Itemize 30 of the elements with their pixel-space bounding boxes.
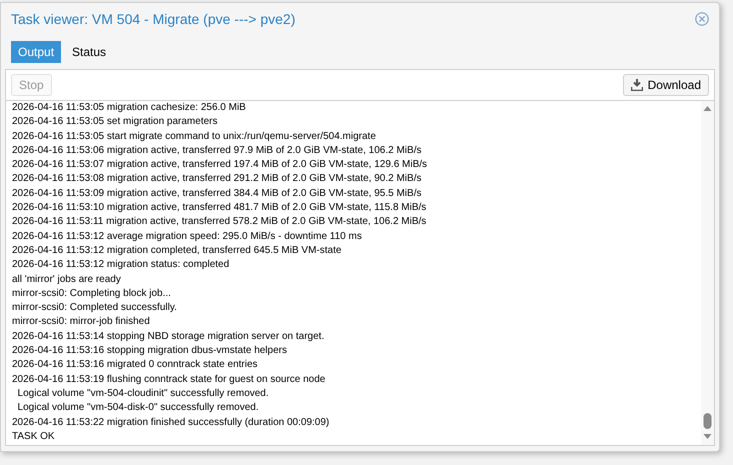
log-line: mirror-scsi0: Completed successfully. xyxy=(12,301,178,316)
log-line: 2026-04-16 11:53:16 migrated 0 conntrack state entries xyxy=(12,358,259,372)
window-title: Task viewer: VM 504 - Migrate (pve ---> pve2) xyxy=(11,11,296,27)
log-line: 2026-04-16 11:53:05 start migrate command to unix:/run/qemu-server/504.migrate xyxy=(12,130,377,144)
log-line: TASK OK xyxy=(12,430,56,444)
log-line: mirror-scsi0: mirror-job finished xyxy=(12,315,151,330)
log-line: Logical volume "vm-504-disk-0" successfully removed. xyxy=(16,401,260,416)
log-line: Logical volume "vm-504-cloudinit" successfully removed. xyxy=(16,386,270,401)
log-line: 2026-04-16 11:53:11 migration active, transferred 578.2 MiB of 2.0 GiB VM-state, 106.2 MiB/s xyxy=(12,215,428,230)
log-line: 2026-04-16 11:53:09 migration active, transferred 384.4 MiB of 2.0 GiB VM-state, 95.5 MiB/s xyxy=(12,186,422,201)
log-line: 2026-04-16 11:53:08 migration active, transferred 291.2 MiB of 2.0 GiB VM-state, 90.2 MiB/s xyxy=(12,172,422,186)
scrollbar-drawing[interactable] xyxy=(701,101,714,445)
log-line: all 'mirror' jobs are ready xyxy=(12,272,122,287)
log-line: 2026-04-16 11:53:12 average migration speed: 295.0 MiB/s - downtime 110 ms xyxy=(12,230,363,244)
log-line: 2026-04-16 11:53:07 migration active, transferred 197.4 MiB of 2.0 GiB VM-state, 129.6 MiB/s xyxy=(12,158,428,172)
log-line: 2026-04-16 11:53:12 migration completed, transferred 645.5 MiB VM-state xyxy=(12,244,342,258)
download-button[interactable]: Download xyxy=(622,74,709,96)
log-line: 2026-04-16 11:53:10 migration active, transferred 481.7 MiB of 2.0 GiB VM-state, 115.8 MiB/s xyxy=(12,201,428,216)
log-line: mirror-scsi0: Completing block job... xyxy=(12,286,172,301)
log-line: 2026-04-16 11:53:05 set migration parameters xyxy=(12,115,218,130)
download-icon xyxy=(630,79,643,91)
close-icon[interactable] xyxy=(695,12,709,26)
log-line: 2026-04-16 11:53:14 stopping NBD storage migration server on target. xyxy=(12,330,326,344)
log-line: 2026-04-16 11:53:12 migration status: completed xyxy=(12,258,230,272)
log-line: 2026-04-16 11:53:19 flushing conntrack state for guest on source node xyxy=(12,372,326,387)
log-line: 2026-04-16 11:53:06 migration active, transferred 97.9 MiB of 2.0 GiB VM-state, 106.2 MiB/s xyxy=(12,144,422,158)
log-line: 2026-04-16 11:53:22 migration finished successfully (duration 00:09:09) xyxy=(12,416,330,430)
log-line: 2026-04-16 11:53:16 stopping migration dbus-vmstate helpers xyxy=(12,344,288,358)
tab[interactable]: Status xyxy=(65,41,114,63)
log-line: 2026-04-16 11:53:05 migration cachesize: 256.0 MiB xyxy=(12,101,247,115)
